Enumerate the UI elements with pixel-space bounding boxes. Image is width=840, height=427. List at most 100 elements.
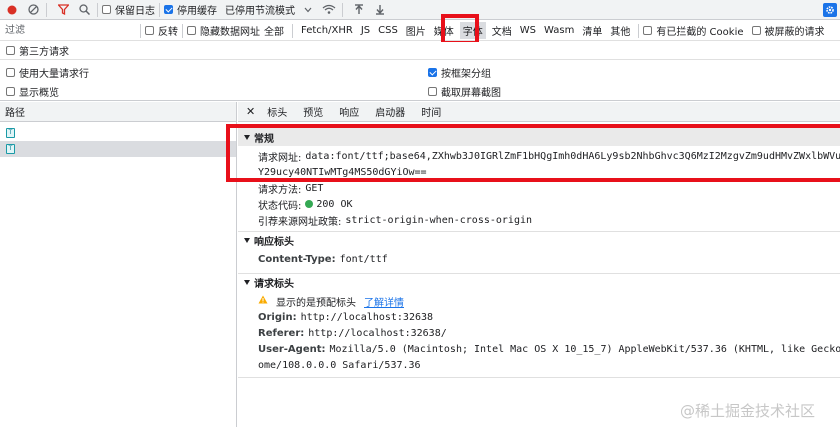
request-method-key: 请求方法: bbox=[258, 184, 302, 196]
settings-gear-icon[interactable] bbox=[823, 2, 837, 17]
path-header-label: 路径 bbox=[5, 108, 25, 119]
capture-screenshots-checkbox[interactable] bbox=[428, 87, 437, 96]
big-rows-label: 使用大量请求行 bbox=[19, 69, 89, 80]
user-agent-value: Mozilla/5.0 (Macintosh; Intel Mac OS X 1… bbox=[329, 343, 840, 355]
type-filter-css[interactable]: CSS bbox=[378, 25, 398, 36]
type-filter-doc[interactable]: 文档 bbox=[492, 23, 512, 38]
referer-key: Referer: bbox=[258, 327, 305, 339]
blocked-cookies-checkbox[interactable] bbox=[643, 26, 653, 35]
invert-checkbox[interactable] bbox=[145, 26, 154, 35]
divider bbox=[638, 23, 640, 38]
blocked-requests-label: 被屏蔽的请求 bbox=[764, 27, 825, 38]
disable-cache-checkbox[interactable] bbox=[164, 5, 173, 14]
provisional-warning-row: 显示的是预配标头 了解详情 bbox=[238, 293, 840, 309]
content-type-value: font/ttf bbox=[339, 253, 388, 265]
origin-key: Origin: bbox=[258, 311, 297, 323]
status-code-row: 状态代码: 200 OK bbox=[238, 196, 840, 212]
divider bbox=[46, 2, 47, 17]
divider bbox=[292, 23, 293, 38]
user-agent-key: User-Agent: bbox=[258, 343, 326, 355]
third-party-label: 第三方请求 bbox=[19, 47, 69, 58]
show-overview-label: 显示概览 bbox=[19, 88, 59, 99]
request-row-selected[interactable]: T bbox=[0, 141, 236, 157]
divider bbox=[97, 2, 98, 17]
content-type-key: Content-Type: bbox=[258, 253, 336, 265]
content-type-row: Content-Type: font/ttf bbox=[238, 251, 840, 267]
filter-icon[interactable] bbox=[54, 1, 72, 19]
type-filter-wasm[interactable]: Wasm bbox=[544, 25, 574, 36]
request-method-row: 请求方法: GET bbox=[238, 180, 840, 196]
chevron-down-icon[interactable] bbox=[299, 1, 317, 19]
divider bbox=[182, 23, 183, 38]
font-file-icon: T bbox=[6, 128, 15, 138]
triangle-down-icon bbox=[244, 238, 250, 243]
preserve-log-label: 保留日志 bbox=[115, 6, 155, 17]
origin-value: http://localhost:32638 bbox=[300, 311, 434, 323]
record-icon[interactable] bbox=[3, 1, 21, 19]
import-har-icon[interactable] bbox=[350, 1, 368, 19]
third-party-row: 第三方请求 bbox=[0, 42, 840, 60]
invert-label: 反转 bbox=[158, 27, 178, 38]
type-filter-img[interactable]: 图片 bbox=[406, 23, 426, 38]
show-overview-checkbox[interactable] bbox=[6, 87, 15, 96]
export-har-icon[interactable] bbox=[371, 1, 389, 19]
path-column-header[interactable]: 路径 bbox=[0, 102, 236, 122]
highlight-box-font-filter bbox=[441, 14, 479, 45]
preserve-log-checkbox[interactable] bbox=[102, 5, 111, 14]
user-agent-row-cont: ome/108.0.0.0 Safari/537.36 bbox=[238, 357, 840, 373]
network-conditions-icon[interactable] bbox=[320, 1, 338, 19]
tab-preview[interactable]: 预览 bbox=[303, 104, 323, 119]
tab-headers[interactable]: 标头 bbox=[267, 104, 287, 119]
type-filter-ws[interactable]: WS bbox=[520, 25, 536, 36]
referrer-policy-key: 引荐来源网址政策: bbox=[258, 216, 342, 228]
divider bbox=[140, 23, 141, 38]
triangle-down-icon bbox=[244, 280, 250, 285]
tab-response[interactable]: 响应 bbox=[339, 104, 359, 119]
blocked-cookies-label: 有已拦截的 Cookie bbox=[656, 27, 744, 38]
network-options: 使用大量请求行 按框架分组 显示概览 截取屏幕截图 bbox=[0, 61, 840, 101]
group-by-frame-checkbox[interactable] bbox=[428, 68, 437, 77]
network-toolbar: 保留日志 停用缓存 已停用节流模式 bbox=[0, 0, 840, 20]
filter-input[interactable] bbox=[0, 22, 132, 39]
request-row[interactable]: T bbox=[0, 125, 236, 141]
divider bbox=[238, 377, 840, 378]
provisional-warning-text: 显示的是预配标头 bbox=[276, 297, 356, 309]
hide-data-urls-checkbox[interactable] bbox=[187, 26, 196, 35]
user-agent-value-cont: ome/108.0.0.0 Safari/537.36 bbox=[258, 359, 421, 371]
divider bbox=[159, 2, 160, 17]
request-headers-title: 请求标头 bbox=[254, 279, 294, 290]
tab-timing[interactable]: 时间 bbox=[421, 104, 441, 119]
type-filter-other[interactable]: 其他 bbox=[610, 23, 630, 38]
response-headers-title: 响应标头 bbox=[254, 237, 294, 248]
blocked-requests-checkbox[interactable] bbox=[751, 26, 761, 35]
font-file-icon: T bbox=[6, 144, 15, 154]
big-rows-checkbox[interactable] bbox=[6, 68, 15, 77]
third-party-checkbox[interactable] bbox=[6, 46, 15, 55]
filter-bar: 反转 隐藏数据网址 全部 Fetch/XHR JS CSS 图片 媒体 字体 文… bbox=[0, 21, 840, 41]
search-icon[interactable] bbox=[75, 1, 93, 19]
details-tabs: ✕ 标头 预览 响应 启动器 时间 bbox=[238, 102, 840, 122]
type-filter-manifest[interactable]: 清单 bbox=[582, 23, 602, 38]
status-dot-icon bbox=[305, 200, 314, 208]
response-headers-section-header[interactable]: 响应标头 bbox=[238, 231, 840, 249]
group-by-frame-label: 按框架分组 bbox=[441, 69, 491, 80]
type-filter-fetch-xhr[interactable]: Fetch/XHR bbox=[301, 25, 353, 36]
request-list: 路径 T T bbox=[0, 102, 237, 427]
close-icon[interactable]: ✕ bbox=[246, 105, 255, 118]
highlight-box-request-url bbox=[226, 124, 840, 182]
disable-cache-label: 停用缓存 bbox=[177, 6, 217, 17]
type-filter-js[interactable]: JS bbox=[361, 25, 370, 36]
tab-initiator[interactable]: 启动器 bbox=[375, 104, 405, 119]
hide-data-urls-label: 隐藏数据网址 bbox=[200, 27, 260, 38]
throttle-select[interactable]: 已停用节流模式 bbox=[225, 2, 295, 17]
watermark: @稀土掘金技术社区 bbox=[680, 402, 816, 420]
request-headers-section-header[interactable]: 请求标头 bbox=[238, 273, 840, 291]
learn-more-link[interactable]: 了解详情 bbox=[364, 294, 404, 309]
referrer-policy-value: strict-origin-when-cross-origin bbox=[345, 214, 533, 226]
type-filter-all[interactable]: 全部 bbox=[264, 23, 284, 38]
user-agent-row: User-Agent: Mozilla/5.0 (Macintosh; Inte… bbox=[238, 341, 840, 357]
origin-row: Origin: http://localhost:32638 bbox=[238, 309, 840, 325]
request-method-value: GET bbox=[305, 182, 324, 194]
clear-icon[interactable] bbox=[24, 1, 42, 19]
referrer-policy-row: 引荐来源网址政策: strict-origin-when-cross-origi… bbox=[238, 212, 840, 228]
